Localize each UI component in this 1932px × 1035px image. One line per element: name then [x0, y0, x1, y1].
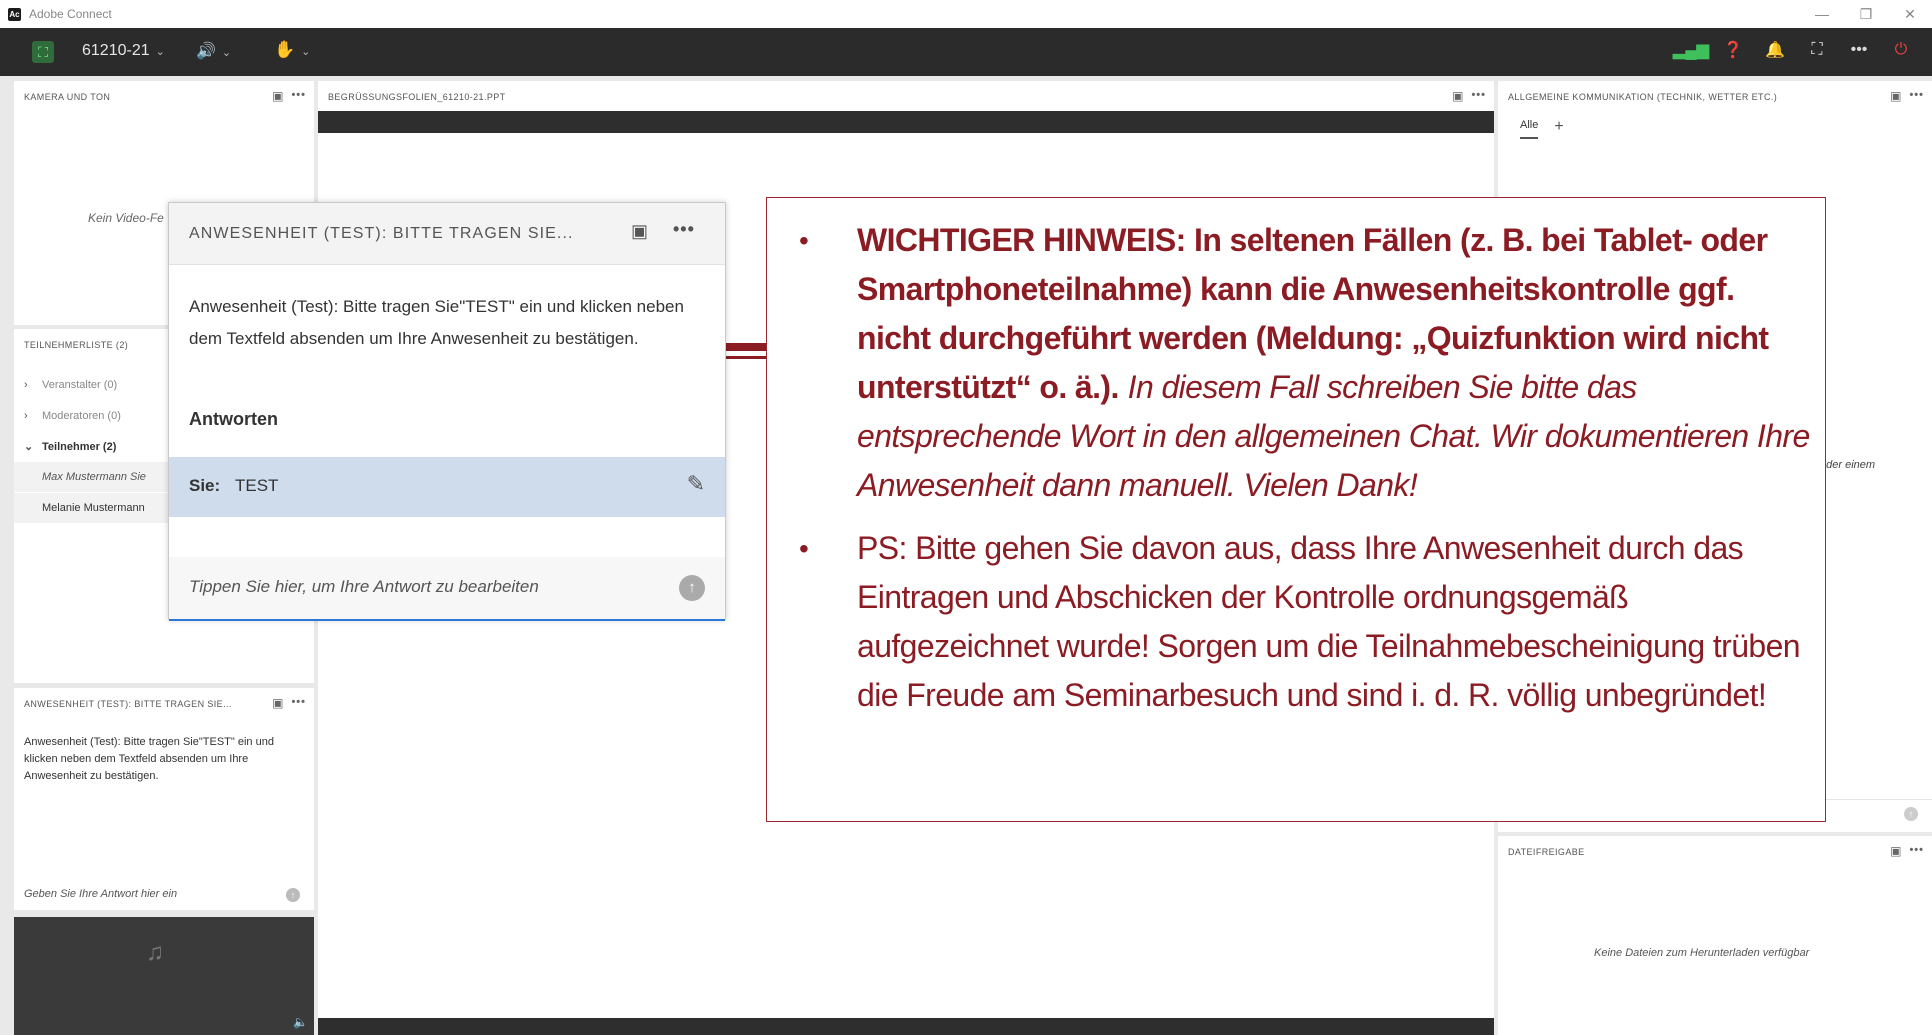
- pod-header: ANWESENHEIT (TEST): BITTE TRAGEN SIE... …: [169, 203, 725, 265]
- answers-heading: Antworten: [189, 409, 278, 429]
- pod-header: DATEIFREIGABE ▣ •••: [1498, 836, 1932, 864]
- hand-icon: ✋: [274, 40, 296, 59]
- window-titlebar: Ac Adobe Connect — ❐ ✕: [0, 0, 1932, 28]
- group-label: Moderatoren (0): [42, 409, 121, 422]
- file-share-pod: DATEIFREIGABE ▣ ••• Keine Dateien zum He…: [1498, 836, 1932, 1035]
- send-icon[interactable]: ↑: [1904, 807, 1918, 821]
- chevron-down-icon: ⌄: [24, 441, 34, 453]
- attendance-question: Anwesenheit (Test): Bitte tragen Sie"TES…: [24, 736, 274, 782]
- fullscreen-icon[interactable]: ⛶: [1796, 41, 1838, 59]
- more-options-icon[interactable]: •••: [291, 696, 306, 710]
- more-options-icon[interactable]: •••: [673, 219, 695, 240]
- maximize-icon[interactable]: ▣: [631, 221, 648, 242]
- chevron-right-icon: ›: [24, 409, 28, 422]
- restore-icon[interactable]: ❐: [1844, 0, 1888, 28]
- pod-controls: ▣ •••: [1890, 89, 1924, 103]
- maximize-icon[interactable]: ▣: [1890, 89, 1901, 103]
- pod-title: BEGRÜSSUNGSFOLIEN_61210-21.PPT: [328, 92, 506, 102]
- app-window: Ac Adobe Connect — ❐ ✕ ⛶ 61210-21 ⌄ 🔊 ⌄ ✋ ⌄…: [0, 0, 1932, 1035]
- layout-icon[interactable]: ⛶: [32, 41, 54, 63]
- toolbar-right-actions: ▂▄▆ ❓ 🔔 ⛶ ••• ⏻: [1670, 40, 1922, 60]
- adobe-connect-logo-icon: Ac: [8, 7, 21, 21]
- music-note-icon: ♫: [146, 939, 164, 966]
- chat-tabs: Alle +: [1520, 118, 1564, 139]
- pod-header: BEGRÜSSUNGSFOLIEN_61210-21.PPT ▣ •••: [318, 81, 1494, 109]
- room-menu-button[interactable]: 61210-21 ⌄: [82, 42, 165, 60]
- notice-item: • WICHTIGER HINWEIS: In seltenen Fällen …: [781, 216, 1811, 510]
- chat-message-fragment: oder einem: [1820, 459, 1876, 471]
- more-options-icon[interactable]: •••: [291, 89, 306, 103]
- music-pod: ♫ 🔈: [14, 917, 314, 1035]
- no-video-message: Kein Video-Fe: [88, 211, 164, 225]
- pod-title: ANWESENHEIT (TEST): BITTE TRAGEN SIE...: [189, 225, 574, 242]
- add-tab-icon[interactable]: +: [1554, 118, 1563, 136]
- chevron-down-icon: ⌄: [155, 46, 165, 58]
- answer-input-placeholder: Tippen Sie hier, um Ihre Antwort zu bear…: [189, 577, 539, 596]
- window-title: Adobe Connect: [29, 7, 112, 21]
- attendance-question: Anwesenheit (Test): Bitte tragen Sie"TES…: [189, 297, 684, 348]
- audio-menu-button[interactable]: 🔊 ⌄: [196, 41, 231, 61]
- chevron-down-icon: ⌄: [301, 46, 311, 58]
- slide-bottom-bar: [318, 1018, 1494, 1035]
- group-label: Teilnehmer (2): [42, 440, 117, 453]
- more-options-icon[interactable]: •••: [1909, 89, 1924, 103]
- more-options-icon[interactable]: •••: [1909, 844, 1924, 858]
- send-icon[interactable]: ↑: [286, 888, 300, 902]
- close-icon[interactable]: ✕: [1888, 0, 1932, 28]
- pod-title: ALLGEMEINE KOMMUNIKATION (TECHNIK, WETTE…: [1508, 92, 1778, 102]
- power-icon[interactable]: ⏻: [1880, 41, 1922, 59]
- room-label: 61210-21: [82, 42, 150, 59]
- speaker-icon: 🔊: [196, 43, 216, 60]
- pod-controls: ▣ •••: [272, 89, 306, 103]
- pod-title: DATEIFREIGABE: [1508, 847, 1585, 857]
- help-icon[interactable]: ❓: [1712, 40, 1754, 60]
- pod-controls: ▣ •••: [1890, 844, 1924, 858]
- minimize-icon[interactable]: —: [1800, 0, 1844, 28]
- answer-author: Sie:: [189, 476, 221, 495]
- answer-row: Sie: TEST ✎: [169, 457, 725, 517]
- window-controls: — ❐ ✕: [1800, 0, 1932, 28]
- pod-header: ALLGEMEINE KOMMUNIKATION (TECHNIK, WETTE…: [1498, 81, 1932, 109]
- bullet: •: [799, 225, 809, 256]
- pod-header: KAMERA UND TON ▣ •••: [14, 81, 314, 109]
- connection-signal-icon[interactable]: ▂▄▆: [1670, 40, 1712, 60]
- raise-hand-menu-button[interactable]: ✋ ⌄: [274, 40, 310, 60]
- pod-title: ANWESENHEIT (TEST): BITTE TRAGEN SIE...: [24, 699, 232, 709]
- answer-input[interactable]: Tippen Sie hier, um Ihre Antwort zu bear…: [169, 557, 725, 621]
- notice-ps-text: PS: Bitte gehen Sie davon aus, dass Ihre…: [857, 530, 1801, 713]
- no-files-message: Keine Dateien zum Herunterladen verfügba…: [1594, 947, 1810, 959]
- pod-title: KAMERA UND TON: [24, 92, 111, 102]
- maximize-icon[interactable]: ▣: [1452, 89, 1463, 103]
- notifications-icon[interactable]: 🔔: [1754, 40, 1796, 60]
- answer-text: TEST: [235, 476, 279, 495]
- pod-controls: ▣ •••: [1452, 89, 1486, 103]
- chevron-down-icon: ⌄: [221, 47, 232, 59]
- pencil-icon[interactable]: ✎: [687, 471, 705, 497]
- group-label: Veranstalter (0): [42, 378, 118, 391]
- attendance-pod-zoomed: ANWESENHEIT (TEST): BITTE TRAGEN SIE... …: [168, 202, 726, 621]
- meeting-toolbar: ⛶ 61210-21 ⌄ 🔊 ⌄ ✋ ⌄ ▂▄▆ ❓ 🔔 ⛶ ••• ⏻: [0, 28, 1932, 76]
- maximize-icon[interactable]: ▣: [272, 89, 283, 103]
- notice-box: • WICHTIGER HINWEIS: In seltenen Fällen …: [766, 197, 1826, 822]
- volume-icon[interactable]: 🔈: [293, 1015, 308, 1029]
- notice-item: • PS: Bitte gehen Sie davon aus, dass Ih…: [781, 524, 1811, 720]
- more-options-icon[interactable]: •••: [1838, 41, 1880, 59]
- slide-top-bar: [318, 111, 1494, 133]
- maximize-icon[interactable]: ▣: [1890, 844, 1901, 858]
- chevron-right-icon: ›: [24, 378, 28, 391]
- send-icon[interactable]: ↑: [679, 575, 705, 601]
- pod-controls: ▣ •••: [272, 696, 306, 710]
- answer-input[interactable]: Geben Sie Ihre Antwort hier ein: [24, 888, 177, 900]
- tab-all[interactable]: Alle: [1520, 119, 1539, 139]
- maximize-icon[interactable]: ▣: [272, 696, 283, 710]
- attendance-pod: ANWESENHEIT (TEST): BITTE TRAGEN SIE... …: [14, 688, 314, 910]
- more-options-icon[interactable]: •••: [1471, 89, 1486, 103]
- pod-title: TEILNEHMERLISTE (2): [24, 340, 129, 350]
- notice-list: • WICHTIGER HINWEIS: In seltenen Fällen …: [781, 216, 1811, 720]
- bullet: •: [799, 533, 809, 564]
- pod-header: ANWESENHEIT (TEST): BITTE TRAGEN SIE... …: [14, 688, 314, 716]
